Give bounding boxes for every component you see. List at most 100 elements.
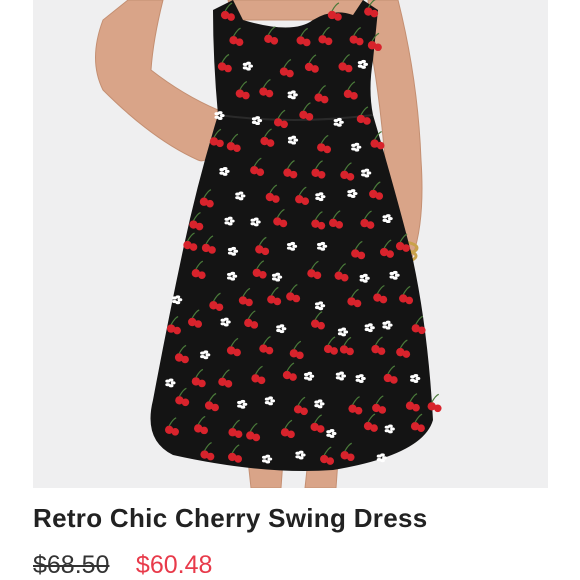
chevron-right-icon[interactable] [542,122,548,154]
cherry-print [313,271,322,280]
cherry-print [317,170,326,179]
cherry-print [366,221,375,229]
cherry-print [215,303,224,312]
cherry-print [353,299,362,308]
cherry-print [317,321,325,330]
cherry-print [370,424,378,432]
cherry-print [208,246,216,254]
cherry-print [386,250,394,258]
cherry-print [296,351,304,360]
cherry-print [344,64,353,73]
cherry-print [402,244,410,252]
cherry-print [286,69,294,78]
cherry-print [335,221,344,229]
cherry-print [302,38,311,47]
cherry-print [320,95,329,104]
cherry-print [292,294,301,303]
cherry-print [316,425,325,433]
cherry-print [405,296,414,305]
cherry-print [375,192,384,200]
cherry-print [346,453,355,462]
sale-price: $60.48 [135,551,213,579]
product-photo[interactable] [33,0,548,488]
cherry-print [379,295,388,304]
cherry-print [354,406,363,415]
cherry-print [323,145,332,154]
cherry-print [216,139,224,148]
cherry-print [250,321,259,329]
cherry-print [350,92,358,100]
cherry-print [418,326,426,335]
cherry-print [206,199,214,208]
cherry-print [330,347,338,355]
cherry-print [234,430,243,439]
cherry-print [412,403,420,412]
cherry-print [252,433,261,442]
cherry-print [189,243,198,251]
cherry-print [340,273,349,282]
cherry-print [233,348,241,357]
cherry-print [374,43,382,52]
cherry-print [317,221,326,230]
cherry-print [265,346,274,355]
cherry-print [300,407,308,416]
cherry-print [256,168,265,177]
cherry-print [376,141,385,150]
cherry-print [334,13,342,21]
cherry-print [289,373,297,381]
cherry-print [211,403,219,412]
cherry-print [224,64,232,73]
cherry-print [370,9,379,18]
cherry-print [257,376,266,385]
cherry-print [261,247,270,256]
cherry-print [194,320,203,328]
cherry-print [390,376,398,384]
cherry-print [357,251,366,260]
cherry-print [266,139,275,147]
cherry-print [272,195,280,203]
cherry-print [171,428,179,436]
cherry-print [181,355,189,364]
cherry-print [402,350,411,358]
cherry-print [227,13,235,21]
cherry-print [289,170,298,179]
price-row: $68.50 $60.48 [33,551,212,580]
product-title[interactable]: Retro Chic Cherry Swing Dress [33,503,427,534]
cherry-print [273,297,282,306]
cherry-print [363,117,371,125]
cherry-print [355,37,364,46]
cherry-print [279,219,288,228]
cherry-print [346,347,354,356]
cherry-print [235,38,244,46]
cherry-print [326,457,335,465]
cherry-print [206,452,215,461]
cherry-print [173,326,181,335]
cherry-print [311,65,319,73]
original-price: $68.50 [33,551,110,579]
dress-model-image [95,0,442,488]
cherry-print [280,120,288,129]
cherry-print [200,426,208,435]
cherry-print [198,271,206,280]
cherry-print [224,380,233,388]
cherry-print [181,398,190,407]
cherry-print [198,379,206,388]
cherry-print [195,222,204,231]
cherry-print [245,298,253,307]
cherry-print [234,455,243,463]
cherry-print [377,347,386,355]
cherry-print [433,404,442,413]
cherry-stem [431,393,439,403]
cherry-print [270,37,279,45]
cherry-print [417,424,425,433]
cherry-print [242,91,250,100]
cherry-print [346,173,355,181]
cherry-print [378,406,387,414]
cherry-print [259,270,267,279]
cherry-print [233,144,241,153]
cherry-print [287,430,295,439]
cherry-print [265,89,274,98]
cherry-print [301,197,310,206]
cherry-print [324,37,333,46]
cherry-print [305,113,314,121]
